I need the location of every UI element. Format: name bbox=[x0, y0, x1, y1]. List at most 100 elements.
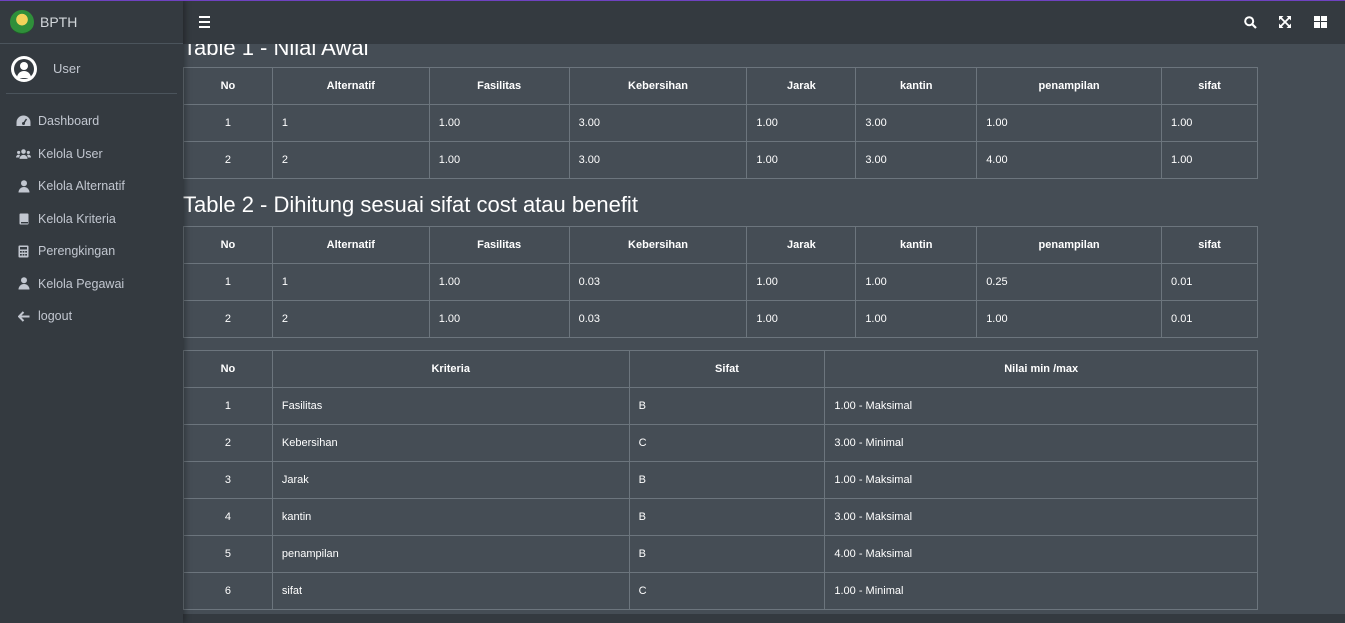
column-header: Kriteria bbox=[271, 350, 630, 388]
table-cell: 0.25 bbox=[976, 263, 1163, 301]
table-cell: 4.00 - Maksimal bbox=[824, 535, 1258, 573]
brand-logo-icon bbox=[10, 9, 34, 34]
table-cell: penampilan bbox=[271, 535, 630, 573]
menu-icon[interactable] bbox=[199, 16, 210, 28]
sidebar-item-label: Perengkingan bbox=[38, 244, 116, 259]
sidebar-item-label: logout bbox=[38, 309, 73, 324]
table-cell: 1.00 bbox=[428, 104, 570, 142]
column-header: Jarak bbox=[746, 67, 857, 105]
table-cell: C bbox=[628, 572, 826, 610]
column-header: Sifat bbox=[628, 350, 826, 388]
table-row: 1 1 1.00 3.00 1.00 3.00 1.00 1.00 bbox=[183, 104, 1258, 142]
table-cell: 3.00 bbox=[568, 141, 748, 179]
dashboard-icon bbox=[16, 115, 31, 127]
table-cell: 4.00 bbox=[976, 141, 1163, 179]
sidebar-nav: Dashboard Kelola User Kelola Alternatif … bbox=[0, 94, 183, 333]
table-cell: 1.00 bbox=[855, 300, 978, 338]
table-cell: 0.01 bbox=[1161, 300, 1258, 338]
column-header: kantin bbox=[855, 67, 978, 105]
table-row: 4 kantin B 3.00 - Maksimal bbox=[183, 498, 1258, 536]
table-cell: 2 bbox=[271, 300, 430, 338]
table-cell: 2 bbox=[183, 141, 273, 179]
table-cell: 1.00 - Maksimal bbox=[824, 387, 1258, 425]
table-cell: 3.00 - Maksimal bbox=[824, 498, 1258, 536]
sidebar: BPTH User Dashboard Kelola User Kelola A… bbox=[0, 0, 183, 623]
column-header: penampilan bbox=[976, 67, 1163, 105]
table-row: 1 1 1.00 0.03 1.00 1.00 0.25 0.01 bbox=[183, 263, 1258, 301]
table-cell: B bbox=[628, 387, 826, 425]
table-cell: 1 bbox=[183, 104, 273, 142]
table-header-row: No Alternatif Fasilitas Kebersihan Jarak kant… bbox=[183, 67, 1258, 105]
user-icon bbox=[16, 277, 31, 290]
column-header: Nilai min /max bbox=[824, 350, 1258, 388]
column-header: sifat bbox=[1161, 67, 1258, 105]
user-avatar-icon bbox=[11, 55, 37, 82]
sidebar-item-label: Kelola Kriteria bbox=[38, 211, 116, 226]
column-header: No bbox=[183, 67, 273, 105]
table-cell: 1.00 bbox=[976, 104, 1163, 142]
column-header: sifat bbox=[1161, 226, 1258, 264]
table-cell: 5 bbox=[183, 535, 273, 573]
table-cell: 0.01 bbox=[1161, 263, 1258, 301]
table-row: 2 2 1.00 0.03 1.00 1.00 1.00 0.01 bbox=[183, 300, 1258, 338]
table-cell: 2 bbox=[183, 300, 273, 338]
table-row: 3 Jarak B 1.00 - Maksimal bbox=[183, 461, 1258, 499]
table-cell: 1.00 bbox=[746, 300, 857, 338]
table-cost-benefit: No Alternatif Fasilitas Kebersihan Jarak kant… bbox=[183, 226, 1258, 338]
table-cell: 4 bbox=[183, 498, 273, 536]
table-cell: 1.00 - Minimal bbox=[824, 572, 1258, 610]
sidebar-item-dashboard[interactable]: Dashboard bbox=[0, 105, 183, 138]
table-cell: 1.00 - Maksimal bbox=[824, 461, 1258, 499]
sidebar-item-kelola-pegawai[interactable]: Kelola Pegawai bbox=[0, 268, 183, 301]
sidebar-item-kelola-user[interactable]: Kelola User bbox=[0, 138, 183, 171]
column-header: Jarak bbox=[746, 226, 857, 264]
table-cell: Kebersihan bbox=[271, 424, 630, 462]
users-icon bbox=[16, 148, 31, 160]
table-row: 2 2 1.00 3.00 1.00 3.00 4.00 1.00 bbox=[183, 141, 1258, 179]
table1-title: Table 1 - Nilai Awal bbox=[183, 44, 369, 60]
sidebar-item-perengkingan[interactable]: Perengkingan bbox=[0, 235, 183, 268]
column-header: Alternatif bbox=[271, 67, 430, 105]
column-header: No bbox=[183, 226, 273, 264]
fullscreen-icon[interactable] bbox=[1278, 15, 1292, 29]
table-cell: 1.00 bbox=[746, 104, 857, 142]
table-cell: 1.00 bbox=[428, 263, 570, 301]
column-header: Kebersihan bbox=[568, 67, 748, 105]
sidebar-item-kelola-alternatif[interactable]: Kelola Alternatif bbox=[0, 170, 183, 203]
table-row: 2 Kebersihan C 3.00 - Minimal bbox=[183, 424, 1258, 462]
column-header: No bbox=[183, 350, 273, 388]
table-cell: 1 bbox=[271, 263, 430, 301]
table-nilai-awal: No Alternatif Fasilitas Kebersihan Jarak kant… bbox=[183, 67, 1258, 179]
table-cell: B bbox=[628, 535, 826, 573]
user-panel[interactable]: User bbox=[6, 44, 177, 94]
search-icon[interactable] bbox=[1243, 15, 1257, 29]
table-header-row: No Alternatif Fasilitas Kebersihan Jarak kant… bbox=[183, 226, 1258, 264]
table-cell: 1.00 bbox=[1161, 141, 1258, 179]
table-cell: 2 bbox=[183, 424, 273, 462]
table-cell: 6 bbox=[183, 572, 273, 610]
table-cell: 1.00 bbox=[746, 141, 857, 179]
user-name: User bbox=[53, 61, 81, 76]
table-cell: 0.03 bbox=[568, 300, 748, 338]
sidebar-item-label: Kelola Alternatif bbox=[38, 179, 125, 194]
table-cell: B bbox=[628, 498, 826, 536]
table-cell: 2 bbox=[271, 141, 430, 179]
table-cell: Jarak bbox=[271, 461, 630, 499]
table-cell: Fasilitas bbox=[271, 387, 630, 425]
table-cell: 1.00 bbox=[976, 300, 1163, 338]
top-navbar bbox=[183, 0, 1345, 44]
table-cell: 3.00 bbox=[855, 141, 978, 179]
widgets-icon[interactable] bbox=[1313, 15, 1327, 29]
content-area: Table 1 - Nilai Awal No Alternatif Fasilit… bbox=[183, 44, 1345, 623]
column-header: Fasilitas bbox=[428, 67, 570, 105]
table-cell: B bbox=[628, 461, 826, 499]
table-row: 5 penampilan B 4.00 - Maksimal bbox=[183, 535, 1258, 573]
sidebar-item-logout[interactable]: logout bbox=[0, 300, 183, 333]
table-cell: sifat bbox=[271, 572, 630, 610]
table-cell: 3.00 bbox=[855, 104, 978, 142]
table-kriteria: No Kriteria Sifat Nilai min /max 1 Fasilitas… bbox=[183, 350, 1258, 610]
brand-link[interactable]: BPTH bbox=[0, 0, 183, 44]
sidebar-item-kelola-kriteria[interactable]: Kelola Kriteria bbox=[0, 203, 183, 236]
arrow-left-icon bbox=[16, 311, 31, 322]
table-cell: 1 bbox=[183, 263, 273, 301]
